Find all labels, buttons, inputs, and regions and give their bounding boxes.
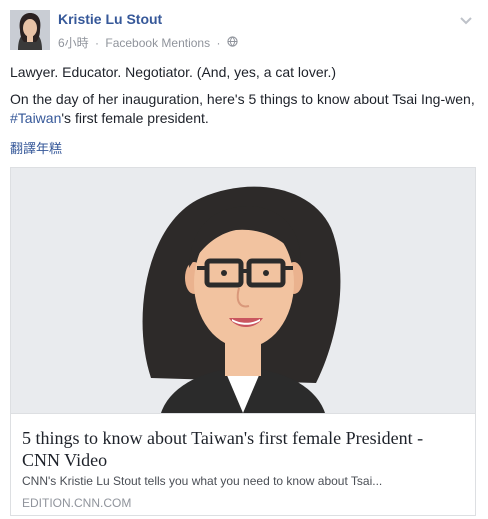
author-name[interactable]: Kristie Lu Stout: [58, 11, 162, 27]
post-line-1: Lawyer. Educator. Negotiator. (And, yes,…: [10, 64, 337, 80]
post-time[interactable]: 6小時: [58, 34, 89, 51]
avatar[interactable]: [10, 10, 50, 50]
translate-link[interactable]: 翻譯年糕: [10, 138, 62, 157]
card-illustration[interactable]: [11, 168, 475, 414]
chevron-down-icon[interactable]: [458, 12, 474, 28]
post-line-2-end: 's first female president.: [61, 110, 209, 126]
meta-separator: ·: [95, 35, 100, 50]
card-description: CNN's Kristie Lu Stout tells you what yo…: [22, 474, 383, 488]
post-header: Kristie Lu Stout 6小時 · Facebook Mentions…: [10, 10, 478, 50]
meta-separator: ·: [216, 35, 221, 50]
hashtag-link[interactable]: #Taiwan: [10, 110, 61, 126]
post-line-2-start: On the day of her inauguration, here's 5…: [10, 91, 475, 107]
link-card[interactable]: 5 things to know about Taiwan's first fe…: [10, 167, 476, 516]
post-text: Lawyer. Educator. Negotiator. (And, yes,…: [10, 63, 478, 136]
post-line-2: On the day of her inauguration, here's 5…: [10, 90, 478, 128]
globe-icon: [227, 35, 238, 50]
card-domain: EDITION.CNN.COM: [22, 496, 132, 510]
post-source[interactable]: Facebook Mentions: [105, 36, 210, 50]
card-title[interactable]: 5 things to know about Taiwan's first fe…: [22, 427, 462, 471]
post-meta: 6小時 · Facebook Mentions ·: [58, 34, 238, 51]
